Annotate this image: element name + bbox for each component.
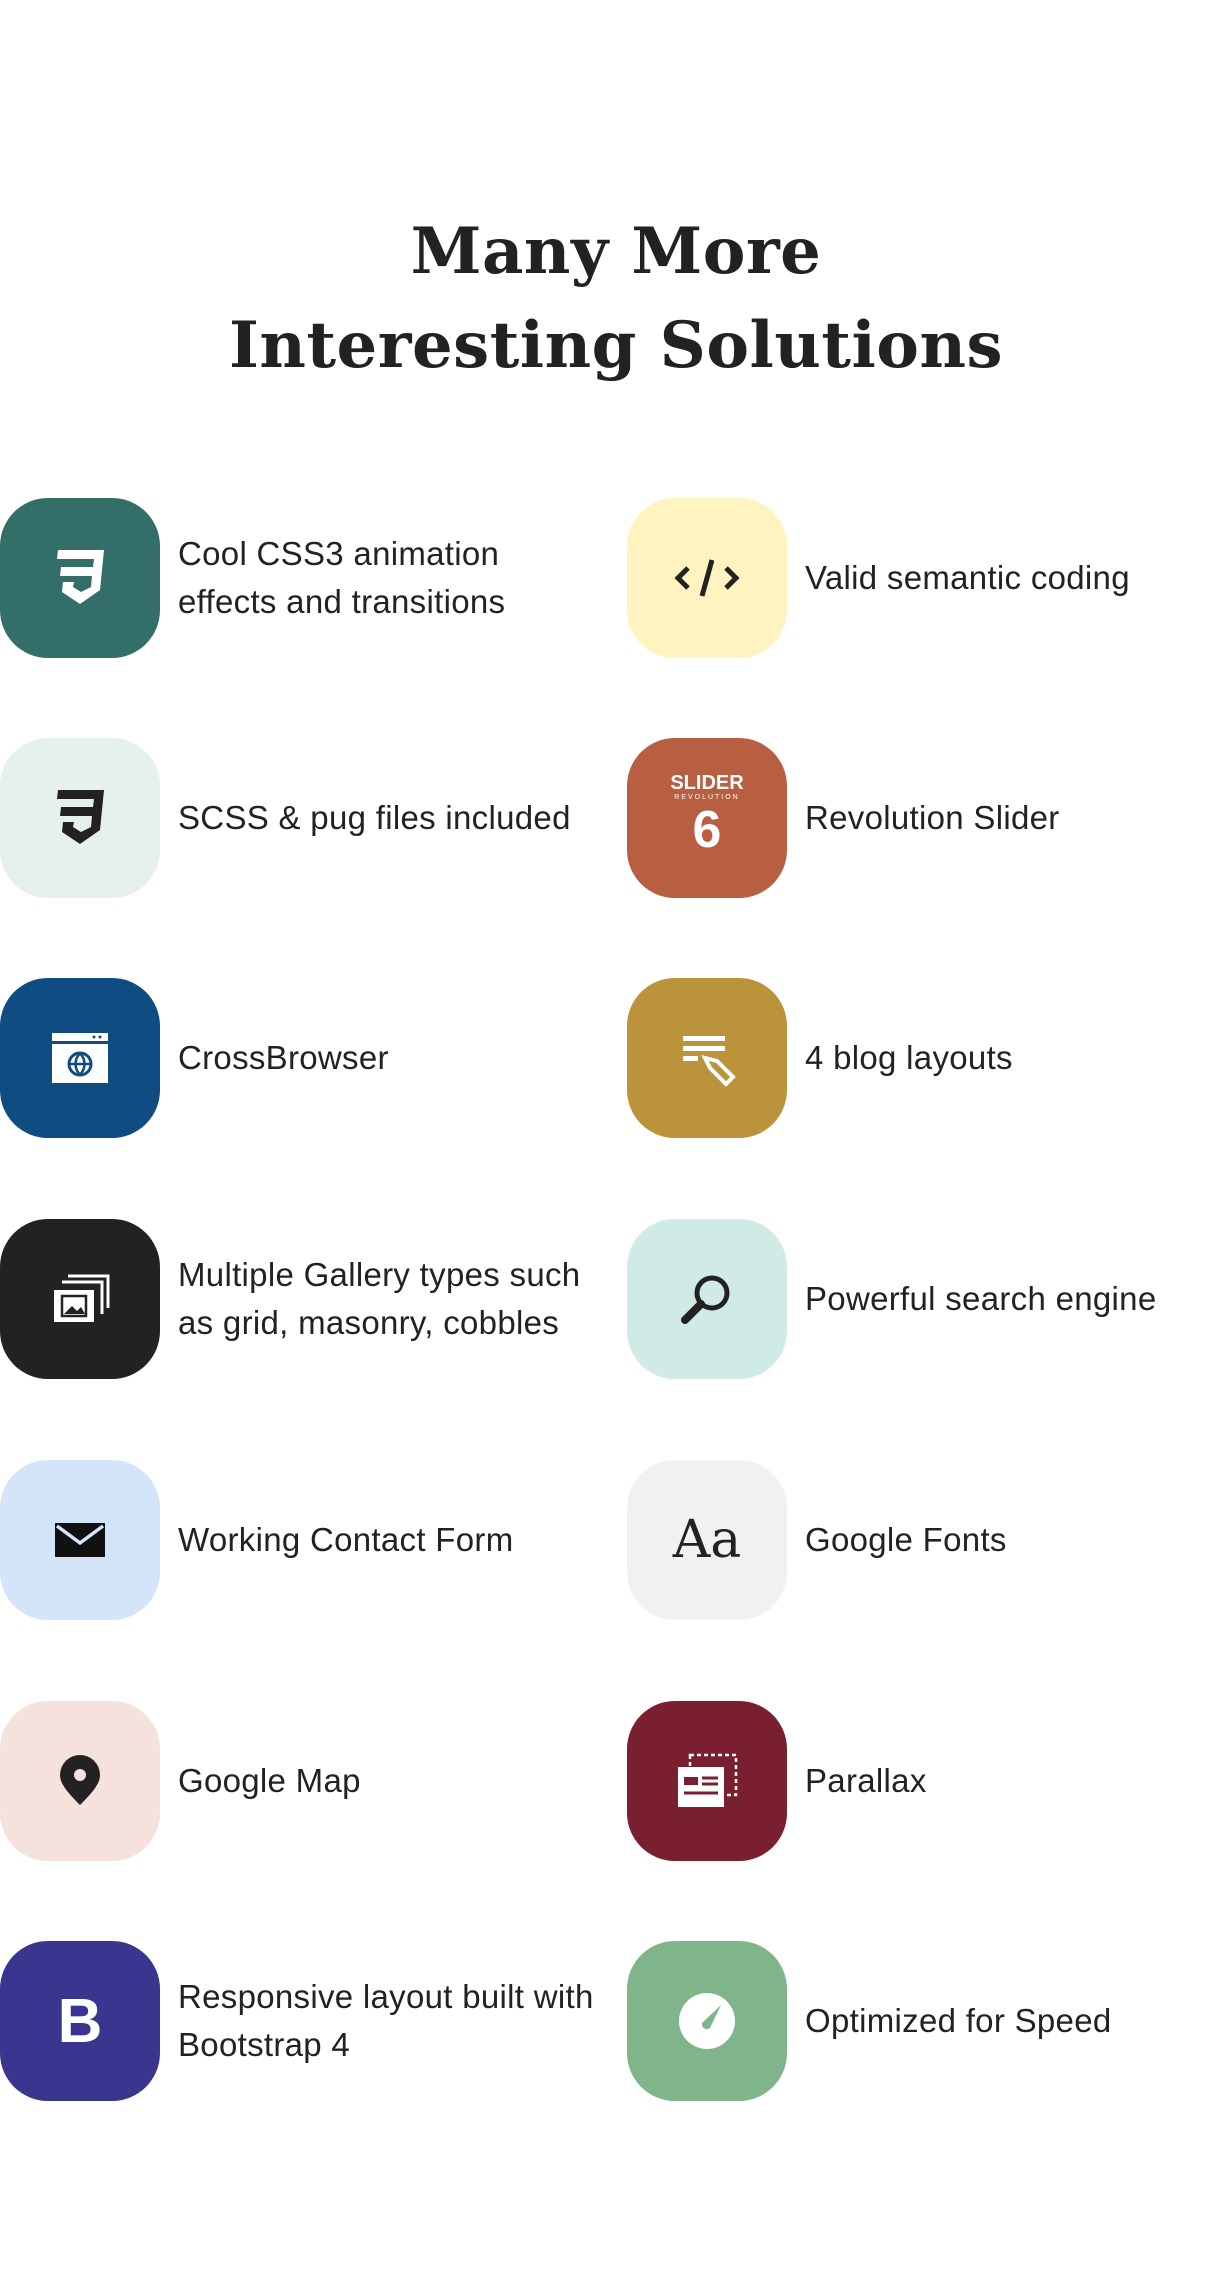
feature-label: Cool CSS3 animation effects and transiti… bbox=[178, 535, 506, 620]
feature-css3-animation: Cool CSS3 animation effects and transiti… bbox=[0, 498, 598, 658]
map-pin-icon bbox=[0, 1701, 160, 1861]
title-line-2: Interesting Solutions bbox=[228, 308, 1004, 383]
feature-parallax: Parallax bbox=[627, 1701, 1225, 1861]
feature-label: Valid semantic coding bbox=[805, 559, 1130, 596]
feature-label: SCSS & pug files included bbox=[178, 799, 571, 836]
page-title: Many More Interesting Solutions bbox=[0, 205, 1232, 393]
css3-icon bbox=[0, 498, 160, 658]
feature-revolution-slider: SLIDER REVOLUTION 6 Revolution Slider bbox=[627, 738, 1225, 898]
feature-label: Powerful search engine bbox=[805, 1280, 1157, 1317]
font-icon: Aa bbox=[627, 1460, 787, 1620]
search-icon bbox=[627, 1219, 787, 1379]
logo-number: 6 bbox=[692, 801, 722, 859]
feature-label: Multiple Gallery types such as grid, mas… bbox=[178, 1256, 581, 1341]
feature-google-map: Google Map bbox=[0, 1701, 598, 1861]
speedometer-icon bbox=[627, 1941, 787, 2101]
browser-globe-icon bbox=[0, 978, 160, 1138]
feature-google-fonts: Aa Google Fonts bbox=[627, 1460, 1225, 1620]
bootstrap-icon: B bbox=[0, 1941, 160, 2101]
feature-speed: Optimized for Speed bbox=[627, 1941, 1225, 2101]
logo-text: SLIDER bbox=[670, 772, 744, 794]
feature-label: Working Contact Form bbox=[178, 1521, 514, 1558]
code-icon bbox=[627, 498, 787, 658]
slider-revolution-logo: SLIDER REVOLUTION 6 bbox=[627, 738, 787, 898]
title-line-1: Many More bbox=[410, 214, 822, 289]
parallax-icon bbox=[627, 1701, 787, 1861]
feature-label: Revolution Slider bbox=[805, 799, 1060, 836]
font-glyph: Aa bbox=[672, 1510, 742, 1570]
feature-crossbrowser: CrossBrowser bbox=[0, 978, 598, 1138]
feature-label: CrossBrowser bbox=[178, 1039, 389, 1076]
bootstrap-glyph: B bbox=[57, 1986, 103, 2056]
feature-contact-form: Working Contact Form bbox=[0, 1460, 598, 1620]
feature-label: Google Map bbox=[178, 1762, 361, 1799]
feature-bootstrap: B Responsive layout built with Bootstrap… bbox=[0, 1941, 598, 2101]
feature-search-engine: Powerful search engine bbox=[627, 1219, 1225, 1379]
blog-edit-icon bbox=[627, 978, 787, 1138]
feature-label: Google Fonts bbox=[805, 1521, 1007, 1558]
feature-label: Parallax bbox=[805, 1762, 927, 1799]
feature-scss-pug: SCSS & pug files included bbox=[0, 738, 598, 898]
feature-blog-layouts: 4 blog layouts bbox=[627, 978, 1225, 1138]
css3-icon bbox=[0, 738, 160, 898]
feature-gallery: Multiple Gallery types such as grid, mas… bbox=[0, 1219, 598, 1379]
envelope-icon bbox=[0, 1460, 160, 1620]
feature-label: 4 blog layouts bbox=[805, 1039, 1013, 1076]
feature-label: Optimized for Speed bbox=[805, 2002, 1112, 2039]
feature-label: Responsive layout built with Bootstrap 4 bbox=[178, 1978, 594, 2063]
gallery-icon bbox=[0, 1219, 160, 1379]
feature-semantic-coding: Valid semantic coding bbox=[627, 498, 1225, 658]
